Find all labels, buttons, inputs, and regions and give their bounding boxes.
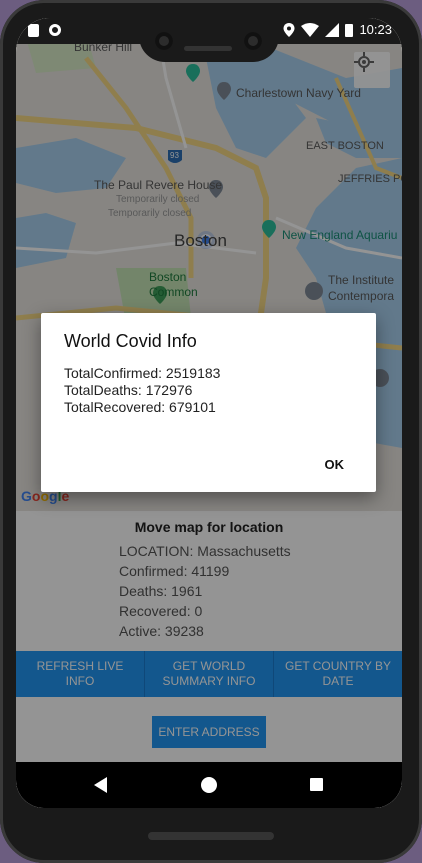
bottom-speaker [148, 832, 274, 840]
front-camera-icon [244, 32, 262, 50]
front-camera-icon [155, 32, 173, 50]
signal-icon [325, 22, 340, 37]
phone-frame: 10:23 Bunker Hill Charlestown Navy Yard … [0, 0, 422, 863]
status-time: 10:23 [359, 22, 392, 37]
navigation-bar [16, 762, 402, 808]
record-icon [49, 24, 61, 36]
world-covid-dialog: World Covid Info TotalConfirmed: 2519183… [41, 313, 376, 492]
recent-apps-icon[interactable] [310, 778, 323, 791]
dialog-title: World Covid Info [64, 331, 197, 351]
back-icon[interactable] [94, 777, 107, 793]
location-icon [283, 22, 295, 37]
ok-button[interactable]: OK [325, 457, 345, 472]
total-recovered-text: TotalRecovered: 679101 [64, 399, 216, 415]
screen: 10:23 Bunker Hill Charlestown Navy Yard … [16, 18, 402, 808]
wifi-icon [301, 22, 320, 37]
battery-icon [345, 23, 354, 37]
camera-notch [139, 18, 279, 62]
total-confirmed-text: TotalConfirmed: 2519183 [64, 365, 221, 381]
dialog-message: TotalConfirmed: 2519183 TotalDeaths: 172… [64, 365, 220, 416]
total-deaths-text: TotalDeaths: 172976 [64, 382, 193, 398]
earpiece-speaker [184, 46, 232, 51]
home-icon[interactable] [201, 777, 217, 793]
sd-card-icon [28, 24, 39, 37]
